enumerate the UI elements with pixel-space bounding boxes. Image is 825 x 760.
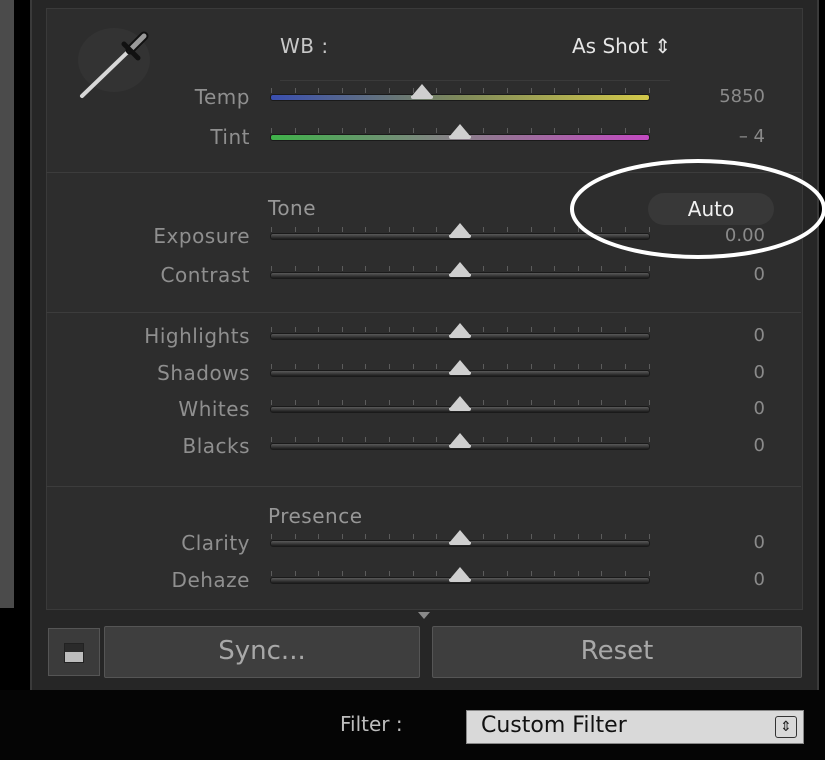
wb-preset-dropdown[interactable]: As Shot ⇕: [572, 34, 671, 58]
tone-heading: Tone: [268, 196, 317, 220]
section-divider: [46, 312, 801, 313]
blacks-value[interactable]: 0: [645, 435, 765, 456]
dehaze-label: Dehaze: [171, 568, 250, 592]
highlights-label: Highlights: [144, 324, 250, 348]
sync-button-label: Sync...: [218, 636, 306, 666]
wb-label: WB :: [280, 34, 329, 58]
highlights-slider-thumb[interactable]: [449, 323, 471, 338]
temp-label: Temp: [194, 85, 250, 109]
whites-label: Whites: [178, 397, 250, 421]
wb-underline: [280, 80, 670, 81]
shadows-slider-thumb[interactable]: [449, 360, 471, 375]
contrast-slider[interactable]: [270, 262, 650, 279]
shadows-value[interactable]: 0: [645, 362, 765, 383]
clarity-slider-thumb[interactable]: [449, 530, 471, 545]
tint-slider-thumb[interactable]: [449, 124, 471, 139]
section-divider: [46, 486, 801, 487]
dehaze-value[interactable]: 0: [645, 569, 765, 590]
toggle-switch-icon: [64, 643, 84, 663]
whites-value[interactable]: 0: [645, 398, 765, 419]
whites-slider-thumb[interactable]: [449, 396, 471, 411]
dehaze-slider-thumb[interactable]: [449, 567, 471, 582]
presence-heading: Presence: [268, 504, 363, 528]
contrast-value[interactable]: 0: [645, 264, 765, 285]
tint-value[interactable]: – 4: [645, 126, 765, 147]
highlights-slider[interactable]: [270, 323, 650, 340]
dropdown-arrows-icon: ⇕: [775, 716, 797, 738]
tint-label: Tint: [210, 125, 250, 149]
reset-button[interactable]: Reset: [432, 626, 802, 678]
blacks-slider[interactable]: [270, 433, 650, 450]
filter-dropdown[interactable]: Custom Filter ⇕: [466, 710, 804, 744]
clarity-slider[interactable]: [270, 530, 650, 547]
clarity-value[interactable]: 0: [645, 532, 765, 553]
filter-dropdown-value: Custom Filter: [481, 713, 627, 738]
white-balance-selector-tool[interactable]: [78, 28, 150, 98]
shadows-label: Shadows: [157, 361, 250, 385]
whites-slider[interactable]: [270, 396, 650, 413]
sync-button[interactable]: Sync...: [104, 626, 420, 678]
exposure-slider-thumb[interactable]: [449, 223, 471, 238]
sync-settings-toggle[interactable]: [48, 628, 100, 676]
contrast-slider-thumb[interactable]: [449, 262, 471, 277]
filter-label: Filter :: [340, 712, 403, 736]
blacks-label: Blacks: [182, 434, 250, 458]
contrast-label: Contrast: [160, 263, 250, 287]
blacks-slider-thumb[interactable]: [449, 433, 471, 448]
shadows-slider[interactable]: [270, 360, 650, 377]
collapse-arrow-icon[interactable]: [418, 612, 430, 619]
dehaze-slider[interactable]: [270, 567, 650, 584]
highlights-value[interactable]: 0: [645, 325, 765, 346]
annotation-ellipse: [570, 159, 825, 259]
temp-slider[interactable]: [270, 84, 650, 101]
temp-value[interactable]: 5850: [645, 86, 765, 107]
clarity-label: Clarity: [181, 531, 250, 555]
tint-slider[interactable]: [270, 124, 650, 141]
temp-slider-thumb[interactable]: [411, 84, 434, 99]
reset-button-label: Reset: [580, 636, 654, 666]
exposure-label: Exposure: [153, 224, 250, 248]
